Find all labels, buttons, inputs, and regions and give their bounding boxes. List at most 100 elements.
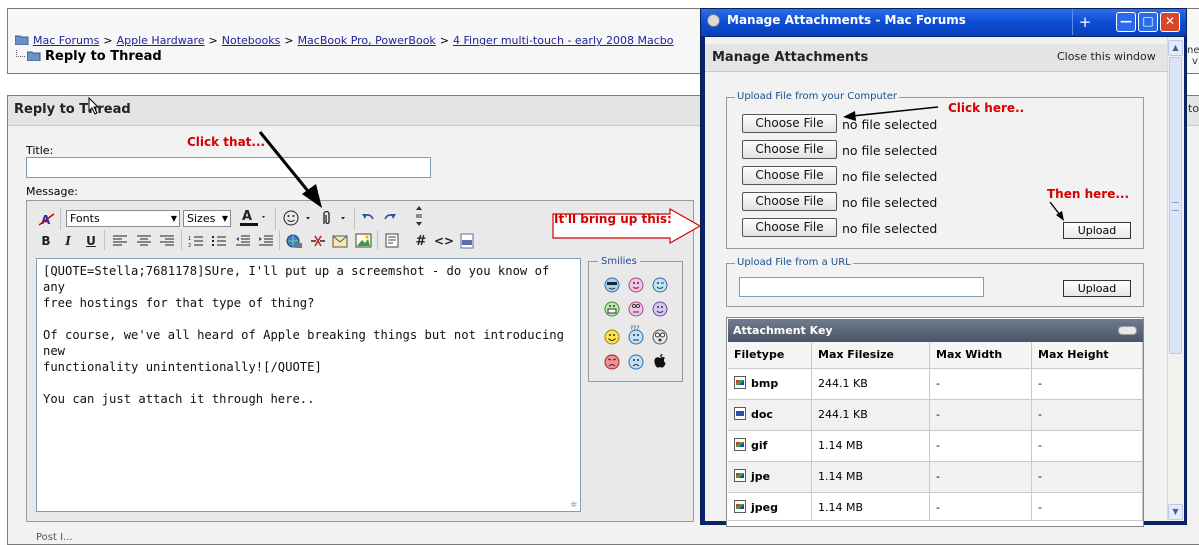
title-label: Title: — [26, 144, 54, 157]
no-file-label-5: no file selected — [842, 221, 938, 236]
right-edge-text: v — [1192, 56, 1198, 67]
table-row-filesize: 1.14 MB — [812, 462, 930, 493]
annotation-bring-up: It'll bring up this: — [554, 212, 672, 226]
no-file-label-2: no file selected — [842, 143, 938, 158]
column-header-max-height: Max Height — [1032, 342, 1143, 369]
unordered-list-icon[interactable] — [209, 232, 229, 250]
breadcrumb-current-label: Reply to Thread — [45, 49, 162, 64]
apple-logo-icon[interactable] — [652, 353, 668, 372]
table-row-filetype: jpe — [728, 462, 812, 493]
ordered-list-icon[interactable]: 12 — [186, 232, 206, 250]
remove-format-icon[interactable]: A — [37, 210, 57, 228]
smiley-wink-icon[interactable] — [652, 277, 668, 296]
minimize-icon[interactable]: — — [1116, 12, 1136, 32]
table-row-height: - — [1032, 369, 1143, 400]
breadcrumb-link-macbook-pro[interactable]: MacBook Pro, PowerBook — [298, 34, 436, 47]
align-center-icon[interactable] — [134, 232, 154, 250]
align-right-icon[interactable] — [157, 232, 177, 250]
url-input[interactable] — [739, 277, 984, 297]
upload-url-button[interactable]: Upload — [1063, 280, 1131, 297]
upload-button[interactable]: Upload — [1063, 222, 1131, 239]
italic-button[interactable]: I — [58, 232, 78, 250]
table-row-filetype: bmp — [728, 369, 812, 400]
breadcrumb-link-notebooks[interactable]: Notebooks — [222, 34, 281, 47]
choose-file-button-4[interactable]: Choose File — [742, 192, 837, 211]
close-window-link[interactable]: Close this window — [1057, 50, 1156, 63]
popup-window-title: Manage Attachments - Mac Forums — [727, 13, 966, 27]
table-row-filetype: doc — [728, 400, 812, 431]
table-row-filesize: 244.1 KB — [812, 369, 930, 400]
svg-text:1: 1 — [188, 236, 191, 242]
resize-editor-icon[interactable] — [409, 206, 429, 226]
insert-link-icon[interactable] — [284, 232, 304, 250]
wrap-html-button[interactable]: <> — [434, 232, 454, 250]
bottom-partial-text: Post I... — [36, 532, 73, 543]
table-row-filetype: jpeg — [728, 493, 812, 521]
smiley-confused-icon[interactable]: ??? — [628, 325, 644, 348]
annotation-click-that: Click that... — [187, 135, 266, 149]
filetype-label: jpe — [751, 470, 771, 483]
svg-text:2: 2 — [188, 243, 191, 247]
no-file-label-3: no file selected — [842, 169, 938, 184]
outdent-icon[interactable] — [233, 232, 253, 250]
collapse-icon[interactable] — [1118, 326, 1137, 335]
table-row-filesize: 244.1 KB — [812, 400, 930, 431]
breadcrumb-link-mac-forums[interactable]: Mac Forums — [33, 34, 99, 47]
smiley-rolleyes-icon[interactable] — [628, 301, 644, 320]
underline-button[interactable]: U — [81, 232, 101, 250]
table-row-filetype: gif — [728, 431, 812, 462]
choose-file-button-2[interactable]: Choose File — [742, 140, 837, 159]
new-tab-plus-icon[interactable]: + — [1076, 13, 1094, 31]
smiley-mad-icon[interactable] — [604, 354, 620, 373]
manage-attachments-title: Manage Attachments — [712, 50, 869, 65]
message-textarea[interactable]: [QUOTE=Stella;7681178]SUre, I'll put up … — [36, 258, 581, 512]
annotation-click-here: Click here.. — [948, 101, 1025, 115]
undo-icon[interactable] — [358, 209, 378, 227]
breadcrumb-link-thread[interactable]: 4 Finger multi-touch - early 2008 Macbo — [453, 34, 673, 47]
table-row-width: - — [930, 493, 1032, 521]
maximize-icon[interactable]: □ — [1138, 12, 1158, 32]
annotation-arrow-icon — [843, 106, 939, 121]
close-icon[interactable]: ✕ — [1160, 12, 1180, 32]
folder-icon — [26, 50, 41, 62]
toolbar-divider — [279, 230, 280, 250]
smiley-cool-icon[interactable] — [604, 277, 620, 296]
scroll-up-icon[interactable]: ▲ — [1168, 40, 1183, 56]
toolbar-divider — [104, 230, 105, 250]
choose-file-button-3[interactable]: Choose File — [742, 166, 837, 185]
breadcrumb-link-apple-hardware[interactable]: Apple Hardware — [117, 34, 205, 47]
insert-image-icon[interactable] — [354, 232, 374, 250]
smiley-happy-icon[interactable] — [604, 329, 620, 348]
filetype-label: gif — [751, 439, 768, 452]
smiley-tongue-icon[interactable] — [628, 277, 644, 296]
wrap-code-button[interactable]: # — [411, 232, 431, 250]
smiley-grin-icon[interactable] — [604, 301, 620, 320]
smiley-devil-icon[interactable] — [652, 301, 668, 320]
smiley-frown-icon[interactable] — [628, 354, 644, 373]
remove-link-icon[interactable] — [308, 232, 328, 250]
toolbar-divider — [377, 230, 378, 250]
choose-file-button-5[interactable]: Choose File — [742, 218, 837, 237]
align-left-icon[interactable] — [110, 232, 130, 250]
choose-file-button-1[interactable]: Choose File — [742, 114, 837, 133]
wrap-php-icon[interactable] — [457, 232, 477, 250]
smiley-eek-icon[interactable] — [652, 329, 668, 348]
bold-button[interactable]: B — [36, 232, 56, 250]
right-edge-text: ne — [1187, 45, 1199, 56]
email-link-icon[interactable] — [331, 232, 351, 250]
mouse-cursor-icon — [88, 97, 100, 115]
breadcrumb: Mac Forums > Apple Hardware > Notebooks > MacB… — [14, 34, 674, 47]
table-row-height: - — [1032, 493, 1143, 521]
scroll-down-icon[interactable]: ▼ — [1168, 504, 1183, 520]
resize-grip-icon[interactable]: ≑ — [570, 500, 578, 510]
title-input[interactable] — [26, 157, 431, 178]
redo-icon[interactable] — [380, 209, 400, 227]
font-select[interactable]: Fonts ▼ — [66, 210, 180, 227]
indent-icon[interactable] — [256, 232, 276, 250]
size-select[interactable]: Sizes ▼ — [183, 210, 231, 227]
quote-icon[interactable] — [382, 232, 402, 250]
table-row-height: - — [1032, 462, 1143, 493]
scrollbar-grip — [1172, 202, 1179, 211]
filetype-label: doc — [751, 408, 773, 421]
table-row-filesize: 1.14 MB — [812, 431, 930, 462]
